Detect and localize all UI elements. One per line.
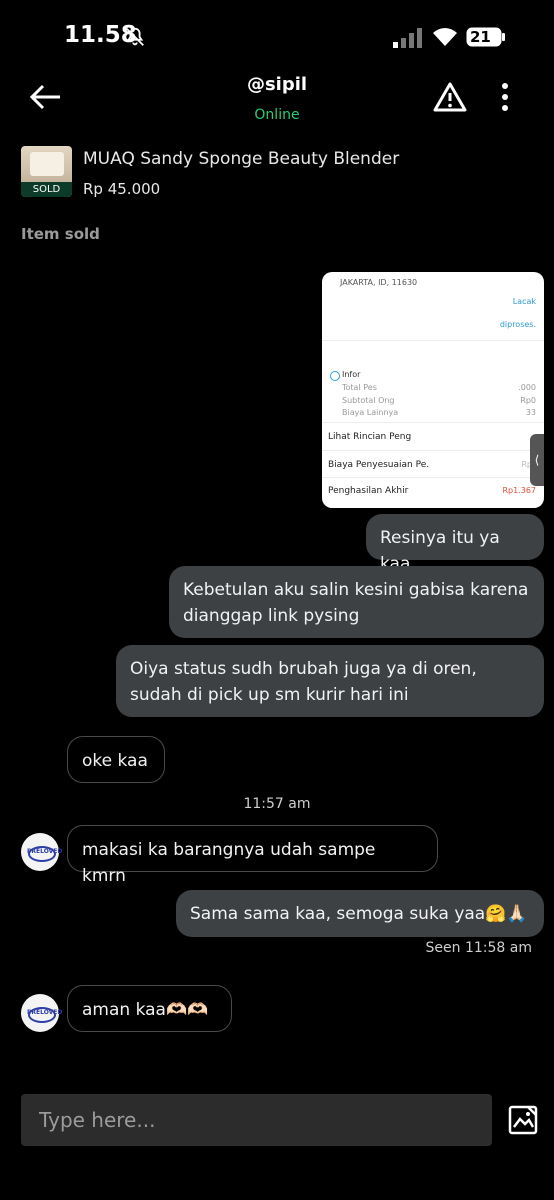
more-vert-icon[interactable] (500, 82, 510, 112)
receipt-penghasilan-value: Rp1.367 (502, 486, 536, 495)
product-title[interactable]: MUAQ Sandy Sponge Beauty Blender (83, 149, 399, 169)
receipt-value: .000 (518, 383, 536, 392)
message-bubble[interactable]: Sama sama kaa, semoga suka yaa🤗🙏🏻 (176, 890, 544, 937)
message-input-container[interactable] (21, 1094, 492, 1146)
message-bubble[interactable]: makasi ka barangnya udah sampe kmrn (67, 825, 438, 886)
receipt-line: Biaya Lainnya (342, 408, 399, 417)
avatar-text: PRELOVED (27, 1009, 63, 1016)
receipt-info: Infor (342, 370, 361, 379)
bell-off-icon (126, 27, 144, 46)
product-price: Rp 45.000 (83, 180, 161, 198)
chat-username: @sipil (246, 74, 308, 95)
receipt-address: JAKARTA, ID, 11630 (340, 278, 418, 287)
receipt-value: 33 (525, 408, 536, 417)
divider (322, 477, 544, 478)
divider (322, 340, 544, 341)
divider (322, 422, 544, 423)
receipt-line: Subtotal Ong (342, 396, 395, 405)
receipt-value: Rp0 (520, 396, 536, 405)
message-bubble[interactable]: Resinya itu ya kaa (366, 514, 544, 574)
avatar[interactable]: PRELOVED (21, 994, 63, 1032)
chevron-left-icon[interactable]: ⟨ (530, 434, 544, 486)
signal-icon (393, 28, 422, 48)
seen-status: Seen 11:58 am (425, 940, 532, 956)
divider (322, 450, 544, 451)
product-image (30, 152, 64, 176)
receipt-rincian: Lihat Rincian Peng (328, 432, 412, 442)
product-thumbnail[interactable]: SOLD (21, 146, 72, 197)
receipt-line: Total Pes (342, 383, 377, 392)
battery-level: 21 (470, 28, 491, 46)
message-bubble[interactable]: oke kaa (67, 736, 165, 783)
receipt-biaya: Biaya Penyesuaian Pe. (328, 460, 430, 470)
receipt-diproses: diproses. (499, 320, 536, 329)
receipt-penghasilan: Penghasilan Akhir (328, 486, 409, 496)
receipt-lacak: Lacak (512, 297, 536, 306)
wifi-icon (433, 28, 457, 46)
warning-icon[interactable] (433, 82, 467, 112)
message-bubble[interactable]: aman kaa🫶🏻🫶🏻 (67, 985, 232, 1032)
message-bubble[interactable]: Kebetulan aku salin kesini gabisa karena… (169, 566, 544, 638)
message-timestamp: 11:57 am (243, 796, 311, 812)
message-bubble[interactable]: Oiya status sudh brubah juga ya di oren,… (116, 645, 544, 717)
image-upload-icon[interactable] (508, 1105, 538, 1135)
item-sold-label: Item sold (21, 225, 100, 243)
sold-badge: SOLD (21, 182, 72, 197)
battery-icon: 21 (466, 27, 505, 47)
avatar-text: PRELOVED (27, 848, 63, 855)
message-input[interactable] (21, 1094, 492, 1146)
avatar[interactable]: PRELOVED (21, 833, 63, 871)
info-icon (330, 371, 340, 381)
online-status: Online (254, 107, 300, 123)
receipt-image[interactable]: JAKARTA, ID, 11630 Lacak diproses. Infor… (322, 272, 544, 508)
